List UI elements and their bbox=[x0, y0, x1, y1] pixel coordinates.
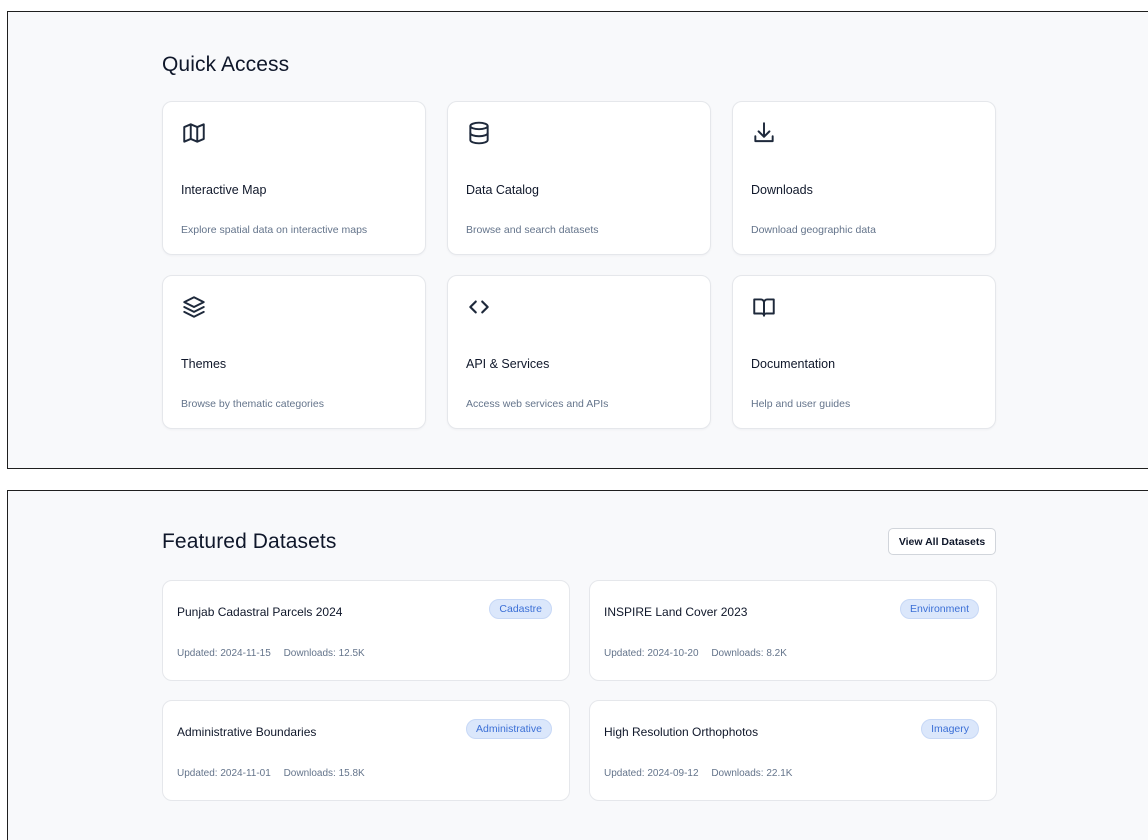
dataset-title: INSPIRE Land Cover 2023 bbox=[604, 605, 748, 619]
dataset-meta: Updated: 2024-10-20 Downloads: 8.2K bbox=[604, 648, 797, 659]
quick-access-card-downloads[interactable]: Downloads Download geographic data bbox=[732, 101, 996, 255]
card-description: Access web services and APIs bbox=[466, 398, 609, 410]
card-title: API & Services bbox=[466, 357, 550, 371]
dataset-updated: Updated: 2024-09-12 bbox=[604, 768, 699, 779]
dataset-meta: Updated: 2024-11-01 Downloads: 15.8K bbox=[177, 768, 375, 779]
card-title: Downloads bbox=[751, 183, 813, 197]
download-icon bbox=[751, 120, 777, 146]
featured-datasets-section: Featured Datasets View All Datasets Punj… bbox=[7, 490, 1148, 840]
dataset-title: Punjab Cadastral Parcels 2024 bbox=[177, 605, 343, 619]
quick-access-section: Quick Access Interactive Map Explore spa… bbox=[7, 11, 1148, 469]
dataset-category-badge: Environment bbox=[900, 599, 979, 619]
card-description: Explore spatial data on interactive maps bbox=[181, 224, 368, 236]
quick-access-card-documentation[interactable]: Documentation Help and user guides bbox=[732, 275, 996, 429]
quick-access-card-interactive-map[interactable]: Interactive Map Explore spatial data on … bbox=[162, 101, 426, 255]
dataset-updated: Updated: 2024-10-20 bbox=[604, 648, 699, 659]
dataset-card[interactable]: Administrative Boundaries Administrative… bbox=[162, 700, 570, 801]
dataset-category-badge: Cadastre bbox=[489, 599, 552, 619]
view-all-datasets-button[interactable]: View All Datasets bbox=[888, 528, 996, 555]
map-icon bbox=[181, 120, 207, 146]
quick-access-title: Quick Access bbox=[162, 53, 290, 76]
card-description: Help and user guides bbox=[751, 398, 851, 410]
dataset-meta: Updated: 2024-11-15 Downloads: 12.5K bbox=[177, 648, 375, 659]
dataset-downloads: Downloads: 15.8K bbox=[283, 768, 365, 779]
dataset-meta: Updated: 2024-09-12 Downloads: 22.1K bbox=[604, 768, 802, 779]
card-title: Interactive Map bbox=[181, 183, 267, 197]
book-open-icon bbox=[751, 294, 777, 320]
dataset-category-badge: Administrative bbox=[466, 719, 552, 739]
dataset-card[interactable]: INSPIRE Land Cover 2023 Environment Upda… bbox=[589, 580, 997, 681]
code-icon bbox=[466, 294, 492, 320]
database-icon bbox=[466, 120, 492, 146]
dataset-title: High Resolution Orthophotos bbox=[604, 725, 759, 739]
quick-access-card-data-catalog[interactable]: Data Catalog Browse and search datasets bbox=[447, 101, 711, 255]
dataset-category-badge: Imagery bbox=[921, 719, 979, 739]
dataset-downloads: Downloads: 12.5K bbox=[283, 648, 365, 659]
card-title: Data Catalog bbox=[466, 183, 539, 197]
quick-access-card-api-services[interactable]: API & Services Access web services and A… bbox=[447, 275, 711, 429]
layers-icon bbox=[181, 294, 207, 320]
dataset-downloads: Downloads: 8.2K bbox=[711, 648, 787, 659]
quick-access-card-themes[interactable]: Themes Browse by thematic categories bbox=[162, 275, 426, 429]
dataset-card[interactable]: High Resolution Orthophotos Imagery Upda… bbox=[589, 700, 997, 801]
dataset-title: Administrative Boundaries bbox=[177, 725, 317, 739]
dataset-updated: Updated: 2024-11-15 bbox=[177, 648, 271, 659]
card-description: Download geographic data bbox=[751, 224, 876, 236]
card-description: Browse and search datasets bbox=[466, 224, 599, 236]
featured-datasets-title: Featured Datasets bbox=[162, 530, 337, 553]
dataset-card[interactable]: Punjab Cadastral Parcels 2024 Cadastre U… bbox=[162, 580, 570, 681]
card-title: Documentation bbox=[751, 357, 836, 371]
card-description: Browse by thematic categories bbox=[181, 398, 324, 410]
dataset-downloads: Downloads: 22.1K bbox=[711, 768, 793, 779]
dataset-updated: Updated: 2024-11-01 bbox=[177, 768, 271, 779]
card-title: Themes bbox=[181, 357, 227, 371]
